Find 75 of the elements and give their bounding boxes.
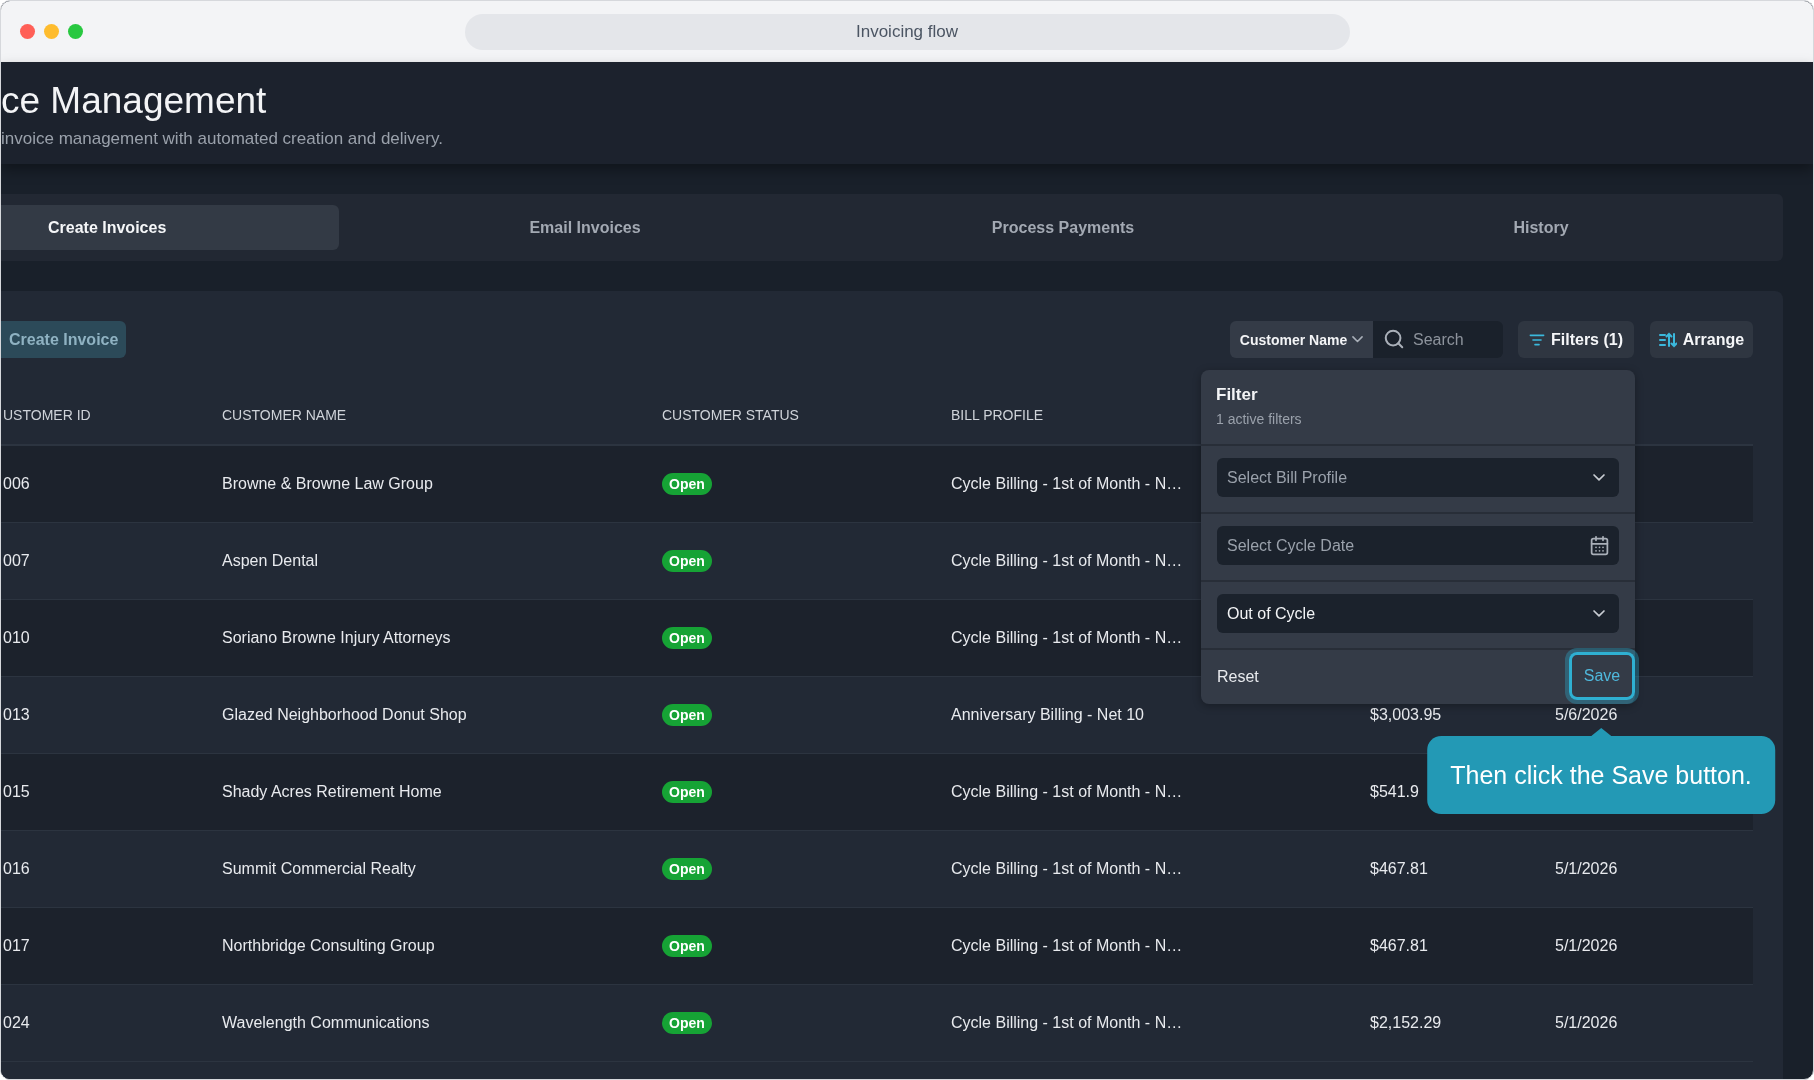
table-cell: Cycle Billing - 1st of Month - N… — [951, 629, 1183, 647]
table-cell: Aspen Dental — [222, 552, 319, 570]
table-cell-text: 015 — [2, 783, 30, 801]
tooltip: Then click the Save button. — [1427, 736, 1775, 814]
status-badge: Open — [662, 627, 712, 649]
close-window-icon[interactable] — [20, 24, 35, 39]
status-badge: Open — [662, 781, 712, 803]
search-scope-dropdown[interactable]: Customer Name — [1230, 321, 1373, 358]
status-badge: Open — [662, 704, 712, 726]
tab[interactable]: History — [1295, 205, 1773, 250]
table-cell: Northbridge Consulting Group — [222, 937, 435, 955]
table-cell: 5/6/2026 — [1555, 706, 1618, 724]
status-badge: Open — [662, 858, 712, 880]
sort-lines-icon — [1658, 331, 1677, 348]
popover-title: Filter — [1216, 384, 1259, 406]
status-badge: Open — [662, 1012, 712, 1034]
create-invoice-button[interactable]: Create Invoice — [1, 321, 126, 358]
calendar-icon — [1589, 535, 1610, 556]
table-row[interactable]: 017 Northbridge Consulting Group Open Cycle Billing - 1st of Month - N… $467.81 5/1/2026 — [1, 908, 1753, 985]
table-cell-text: 017 — [2, 937, 30, 955]
filters-button[interactable]: Filters (1) — [1518, 321, 1634, 358]
table-cell-text: 006 — [2, 475, 30, 493]
table-cell: $3,003.95 — [1370, 706, 1442, 724]
table-cell: Shady Acres Retirement Home — [222, 783, 442, 801]
table-cell: 5/1/2026 — [1555, 937, 1618, 955]
column-header: USTOMER ID — [2, 407, 91, 423]
table-cell: $541.9 — [1370, 783, 1419, 801]
table-cell: Cycle Billing - 1st of Month - N… — [951, 860, 1183, 878]
table-cell: Anniversary Billing - Net 10 — [951, 706, 1144, 724]
table-cell: Wavelength Communications — [222, 1014, 430, 1032]
column-header: BILL PROFILE — [951, 407, 1044, 423]
status-badge: Open — [662, 550, 712, 572]
table-cell: Cycle Billing - 1st of Month - N… — [951, 1014, 1183, 1032]
save-button[interactable]: Save — [1565, 648, 1639, 704]
table-cell: $467.81 — [1370, 860, 1428, 878]
table-cell: Cycle Billing - 1st of Month - N… — [951, 937, 1183, 955]
table-cell-text: 013 — [2, 706, 30, 724]
status-badge: Open — [662, 935, 712, 957]
chevron-down-icon — [1593, 474, 1605, 481]
page-subtitle: invoice management with automated creation and delivery. — [1, 129, 444, 149]
chevron-down-icon — [1352, 336, 1364, 343]
search-field[interactable]: Search — [1373, 321, 1503, 358]
column-header: CUSTOMER NAME — [222, 407, 347, 423]
table-cell-text: 007 — [2, 552, 30, 570]
column-header: CUSTOMER STATUS — [662, 407, 799, 423]
search-icon — [1383, 328, 1405, 350]
table-cell: 5/1/2026 — [1555, 860, 1618, 878]
tab[interactable]: Process Payments — [817, 205, 1295, 250]
minimize-window-icon[interactable] — [44, 24, 59, 39]
table-cell: $2,152.29 — [1370, 1014, 1442, 1032]
popover-subtitle: 1 active filters — [1216, 410, 1303, 428]
window-title: Invoicing flow — [464, 13, 1350, 50]
table-cell-text: 010 — [2, 629, 30, 647]
tooltip-arrow-icon — [1591, 728, 1611, 736]
table-cell: 5/1/2026 — [1555, 1014, 1618, 1032]
tab[interactable]: Create Invoices — [1, 205, 339, 250]
table-cell-text: 016 — [2, 860, 30, 878]
maximize-window-icon[interactable] — [68, 24, 83, 39]
table-cell: Glazed Neighborhood Donut Shop — [222, 706, 467, 724]
table-cell: Cycle Billing - 1st of Month - N… — [951, 552, 1183, 570]
tab[interactable]: Email Invoices — [339, 205, 817, 250]
status-badge: Open — [662, 473, 712, 495]
table-cell: Cycle Billing - 1st of Month - N… — [951, 475, 1183, 493]
table-cell: Cycle Billing - 1st of Month - N… — [951, 783, 1183, 801]
chevron-down-icon — [1593, 610, 1605, 617]
arrange-button[interactable]: Arrange — [1650, 321, 1753, 358]
table-cell: Browne & Browne Law Group — [222, 475, 433, 493]
select-field[interactable]: Select Bill Profile — [1217, 458, 1619, 497]
table-cell: $467.81 — [1370, 937, 1428, 955]
table-cell: Soriano Browne Injury Attorneys — [222, 629, 451, 647]
date-field[interactable]: Select Cycle Date — [1217, 526, 1619, 565]
table-cell-text: 024 — [2, 1014, 30, 1032]
select-field[interactable]: Out of Cycle — [1217, 594, 1619, 633]
page-title: ce Management — [1, 79, 268, 123]
table-cell: Summit Commercial Realty — [222, 860, 416, 878]
